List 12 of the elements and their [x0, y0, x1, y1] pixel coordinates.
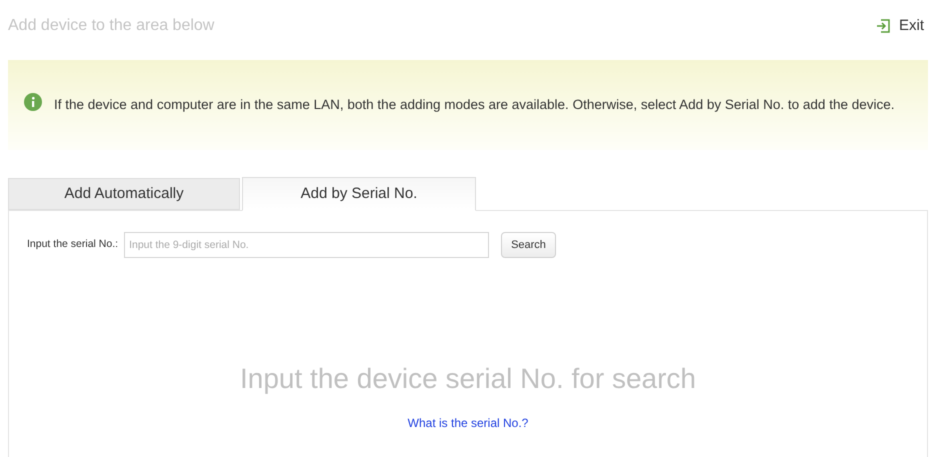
serial-label: Input the serial No.:: [27, 237, 118, 252]
help-link[interactable]: What is the serial No.?: [408, 414, 528, 432]
page-title: Add device to the area below: [8, 16, 214, 36]
search-button[interactable]: Search: [501, 232, 556, 258]
tab[interactable]: Add by Serial No.: [242, 177, 476, 211]
info-icon: [24, 93, 42, 111]
empty-state-message: Input the device serial No. for search: [240, 362, 696, 396]
serial-input-field[interactable]: Input the 9-digit serial No.: [124, 232, 490, 258]
exit-button[interactable]: Exit: [874, 14, 928, 38]
tab[interactable]: Add Automatically: [8, 178, 240, 210]
notice-text: If the device and computer are in the same LAN, both the adding modes are available. Otherwise, select Add by Serial No. to add the device.: [54, 96, 894, 114]
exit-icon: [874, 18, 891, 34]
